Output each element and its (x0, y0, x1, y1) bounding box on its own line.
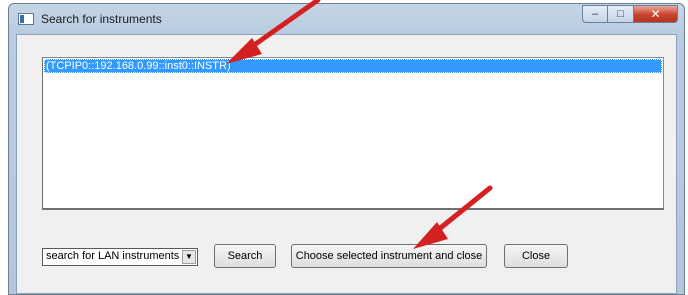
window-title: Search for instruments (41, 12, 162, 26)
caption-buttons: – □ ✕ (582, 5, 678, 25)
window-icon (18, 13, 34, 25)
close-window-button[interactable]: ✕ (634, 5, 678, 23)
choose-instrument-button[interactable]: Choose selected instrument and close (291, 244, 487, 268)
title-bar[interactable]: Search for instruments – □ ✕ (9, 4, 684, 34)
search-mode-value: search for LAN instruments (46, 250, 180, 262)
instrument-listbox[interactable]: (TCPIP0::192.168.0.99::inst0::INSTR) (42, 57, 664, 210)
maximize-button[interactable]: □ (608, 5, 634, 23)
minimize-button[interactable]: – (582, 5, 608, 23)
close-button[interactable]: Close (504, 244, 568, 268)
dialog-window: Search for instruments – □ ✕ (TCPIP0::19… (8, 3, 685, 295)
dropdown-arrow-icon[interactable]: ▼ (182, 250, 196, 264)
dialog-client-area: (TCPIP0::192.168.0.99::inst0::INSTR) sea… (16, 34, 677, 294)
search-button[interactable]: Search (214, 244, 276, 268)
list-item-selected[interactable]: (TCPIP0::192.168.0.99::inst0::INSTR) (44, 59, 662, 73)
search-mode-select[interactable]: search for LAN instruments ▼ (42, 248, 198, 266)
